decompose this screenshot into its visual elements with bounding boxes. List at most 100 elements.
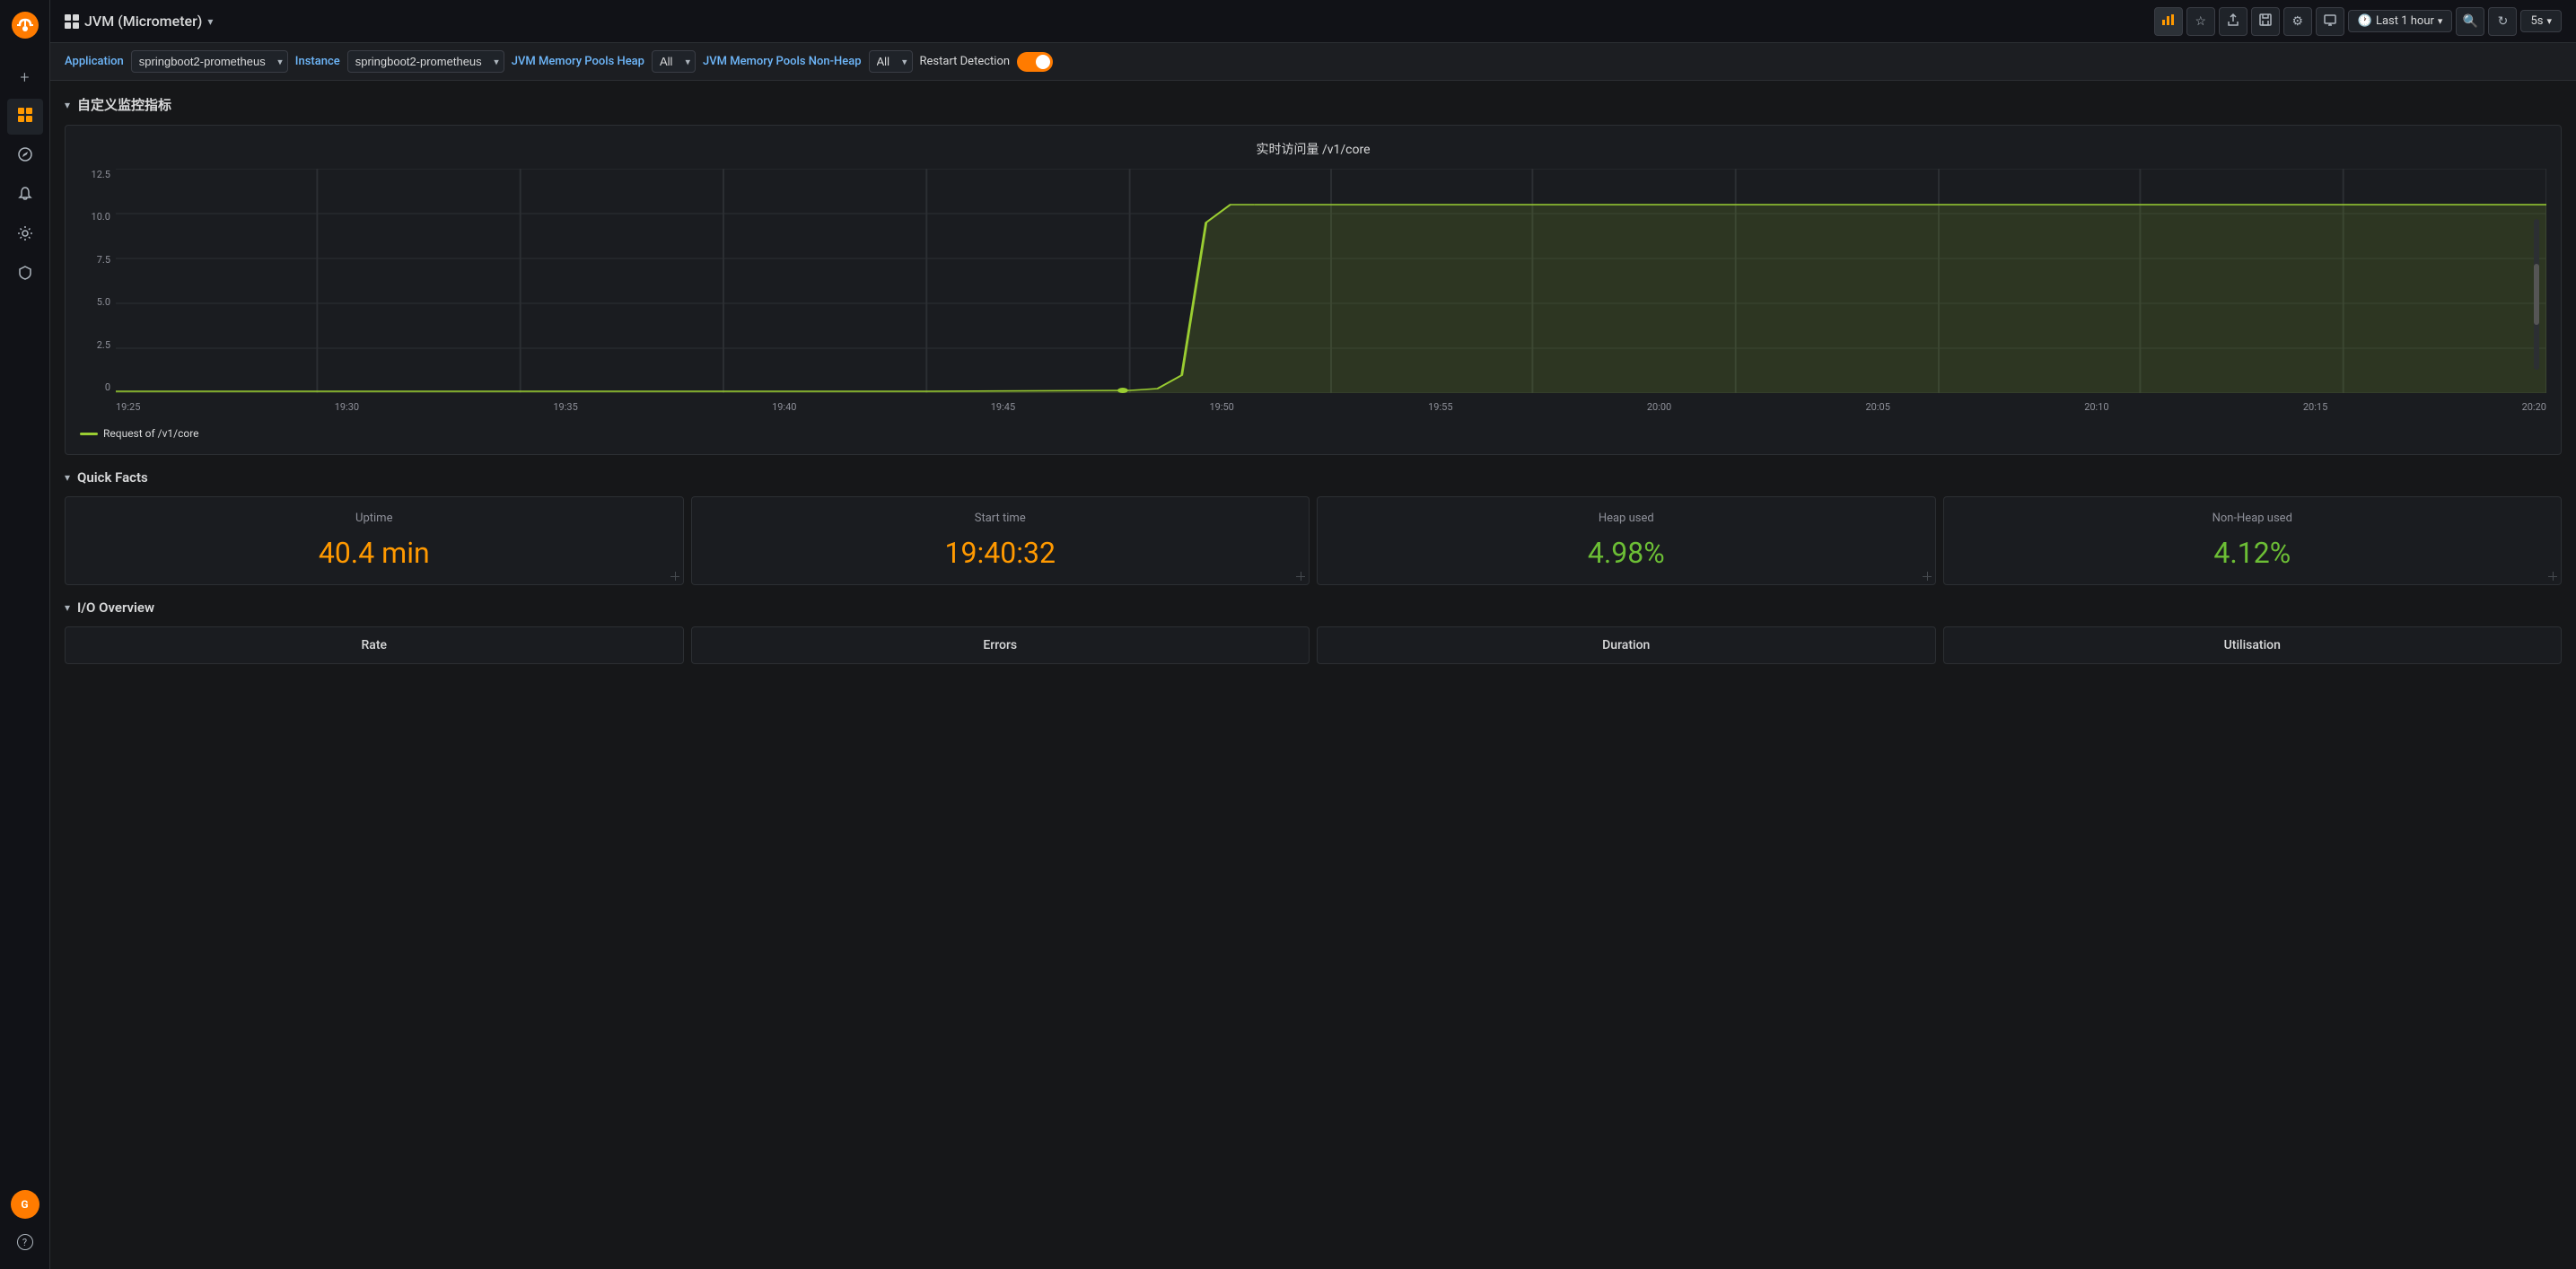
dashboard-title: JVM (Micrometer) xyxy=(84,13,202,30)
settings-button[interactable]: ⚙ xyxy=(2283,7,2312,36)
share-icon xyxy=(2227,13,2239,29)
custom-metrics-header[interactable]: ▾ 自定义监控指标 xyxy=(65,95,2562,114)
time-chevron-icon: ▾ xyxy=(2438,15,2443,27)
resize-handle-3[interactable] xyxy=(1923,572,1932,581)
star-button[interactable]: ☆ xyxy=(2186,7,2215,36)
sidebar-item-dashboards[interactable] xyxy=(7,99,43,135)
chart-x-axis: 19:25 19:30 19:35 19:40 19:45 19:50 19:5… xyxy=(116,393,2546,420)
io-overview-header[interactable]: ▾ I/O Overview xyxy=(65,599,2562,616)
bar-chart-button[interactable] xyxy=(2154,7,2183,36)
sidebar-item-help[interactable]: ? xyxy=(7,1224,43,1260)
quick-facts-section: ▾ Quick Facts Uptime 40.4 min Start time… xyxy=(65,469,2562,585)
stat-uptime-value: 40.4 min xyxy=(80,536,669,570)
quick-facts-title: Quick Facts xyxy=(77,469,148,486)
stat-start-time-value: 19:40:32 xyxy=(706,536,1295,570)
stat-non-heap-value: 4.12% xyxy=(1958,536,2547,570)
stat-start-time-label: Start time xyxy=(706,512,1295,525)
io-overview-chevron: ▾ xyxy=(65,601,70,614)
share-button[interactable] xyxy=(2219,7,2247,36)
chart-scrollbar[interactable] xyxy=(2534,219,2539,370)
quick-facts-chevron: ▾ xyxy=(65,471,70,484)
stats-grid: Uptime 40.4 min Start time 19:40:32 Heap… xyxy=(65,496,2562,585)
search-button[interactable]: 🔍 xyxy=(2456,7,2484,36)
refresh-button[interactable]: ↻ xyxy=(2488,7,2517,36)
settings-icon: ⚙ xyxy=(2292,13,2304,29)
stat-card-heap: Heap used 4.98% xyxy=(1317,496,1936,585)
grid-icon xyxy=(17,107,33,127)
compass-icon xyxy=(17,146,33,166)
tv-button[interactable] xyxy=(2316,7,2344,36)
io-utilisation-label: Utilisation xyxy=(1955,638,2551,652)
application-filter-wrap: springboot2-prometheus xyxy=(131,50,288,73)
heap-select[interactable]: All xyxy=(652,50,696,73)
io-overview-section: ▾ I/O Overview Rate Errors Duration Util… xyxy=(65,599,2562,664)
sidebar-bottom: G ? xyxy=(7,1190,43,1262)
stat-card-start-time: Start time 19:40:32 xyxy=(691,496,1310,585)
grafana-logo[interactable] xyxy=(7,7,43,43)
stat-card-uptime: Uptime 40.4 min xyxy=(65,496,684,585)
realtime-chart-container: 实时访问量 /v1/core 12.5 10.0 7.5 5.0 2.5 0 xyxy=(65,125,2562,455)
chart-title: 实时访问量 /v1/core xyxy=(80,140,2546,158)
io-overview-title: I/O Overview xyxy=(77,599,154,616)
time-range-picker[interactable]: 🕐 Last 1 hour ▾ xyxy=(2348,10,2453,32)
sidebar-item-add[interactable]: + xyxy=(7,59,43,95)
restart-detection-label: Restart Detection xyxy=(920,55,1011,68)
non-heap-filter-wrap: All xyxy=(869,50,913,73)
refresh-rate-selector[interactable]: 5s ▾ xyxy=(2520,10,2562,32)
chart-area: 12.5 10.0 7.5 5.0 2.5 0 xyxy=(80,169,2546,420)
save-icon xyxy=(2259,13,2272,29)
stat-card-non-heap: Non-Heap used 4.12% xyxy=(1943,496,2563,585)
refresh-icon: ↻ xyxy=(2498,13,2509,29)
io-card-rate: Rate xyxy=(65,626,684,664)
dashboard-title-area: JVM (Micrometer) ▾ xyxy=(65,13,2147,30)
topbar-actions: ☆ ⚙ xyxy=(2154,7,2562,36)
tv-icon xyxy=(2324,13,2336,29)
sidebar-item-settings[interactable] xyxy=(7,217,43,253)
io-errors-label: Errors xyxy=(703,638,1299,652)
application-filter-label: Application xyxy=(65,55,124,68)
io-cards-grid: Rate Errors Duration Utilisation xyxy=(65,626,2562,664)
instance-filter-label: Instance xyxy=(295,55,340,68)
stat-heap-label: Heap used xyxy=(1332,512,1921,525)
legend-label: Request of /v1/core xyxy=(103,427,199,440)
sidebar-item-shield[interactable] xyxy=(7,257,43,293)
non-heap-select[interactable]: All xyxy=(869,50,913,73)
instance-select[interactable]: springboot2-prometheus xyxy=(347,50,504,73)
non-heap-filter-label: JVM Memory Pools Non-Heap xyxy=(703,55,862,68)
dashboard-grid-icon xyxy=(65,14,79,29)
save-button[interactable] xyxy=(2251,7,2280,36)
stat-heap-value: 4.98% xyxy=(1332,536,1921,570)
chart-legend: Request of /v1/core xyxy=(80,427,2546,440)
quick-facts-header[interactable]: ▾ Quick Facts xyxy=(65,469,2562,486)
sidebar-item-alerts[interactable] xyxy=(7,178,43,214)
refresh-rate-label: 5s xyxy=(2530,14,2543,28)
restart-detection-toggle[interactable] xyxy=(1017,52,1053,72)
resize-handle-2[interactable] xyxy=(1296,572,1305,581)
chart-plot xyxy=(116,169,2546,393)
bell-icon xyxy=(17,186,33,206)
content-area: ▾ 自定义监控指标 实时访问量 /v1/core 12.5 10.0 7.5 5… xyxy=(50,81,2576,1269)
chart-svg xyxy=(116,169,2546,393)
dropdown-chevron-icon[interactable]: ▾ xyxy=(207,15,213,28)
custom-metrics-section: ▾ 自定义监控指标 实时访问量 /v1/core 12.5 10.0 7.5 5… xyxy=(65,95,2562,455)
filter-bar: Application springboot2-prometheus Insta… xyxy=(50,43,2576,81)
io-card-duration: Duration xyxy=(1317,626,1936,664)
stat-uptime-label: Uptime xyxy=(80,512,669,525)
instance-filter-wrap: springboot2-prometheus xyxy=(347,50,504,73)
restart-detection-control: Restart Detection xyxy=(920,52,1054,72)
heap-filter-label: JVM Memory Pools Heap xyxy=(512,55,644,68)
topbar: JVM (Micrometer) ▾ ☆ xyxy=(50,0,2576,43)
main-content: JVM (Micrometer) ▾ ☆ xyxy=(50,0,2576,1269)
resize-handle-4[interactable] xyxy=(2548,572,2557,581)
chart-y-axis: 12.5 10.0 7.5 5.0 2.5 0 xyxy=(80,169,116,393)
sidebar-item-explore[interactable] xyxy=(7,138,43,174)
io-card-utilisation: Utilisation xyxy=(1943,626,2563,664)
avatar[interactable]: G xyxy=(11,1190,39,1219)
resize-handle[interactable] xyxy=(670,572,679,581)
sidebar: + xyxy=(0,0,50,1269)
application-select[interactable]: springboot2-prometheus xyxy=(131,50,288,73)
time-range-label: Last 1 hour xyxy=(2376,14,2434,28)
clock-icon: 🕐 xyxy=(2358,14,2372,28)
bar-chart-icon xyxy=(2161,13,2176,30)
refresh-chevron-icon: ▾ xyxy=(2546,15,2552,27)
